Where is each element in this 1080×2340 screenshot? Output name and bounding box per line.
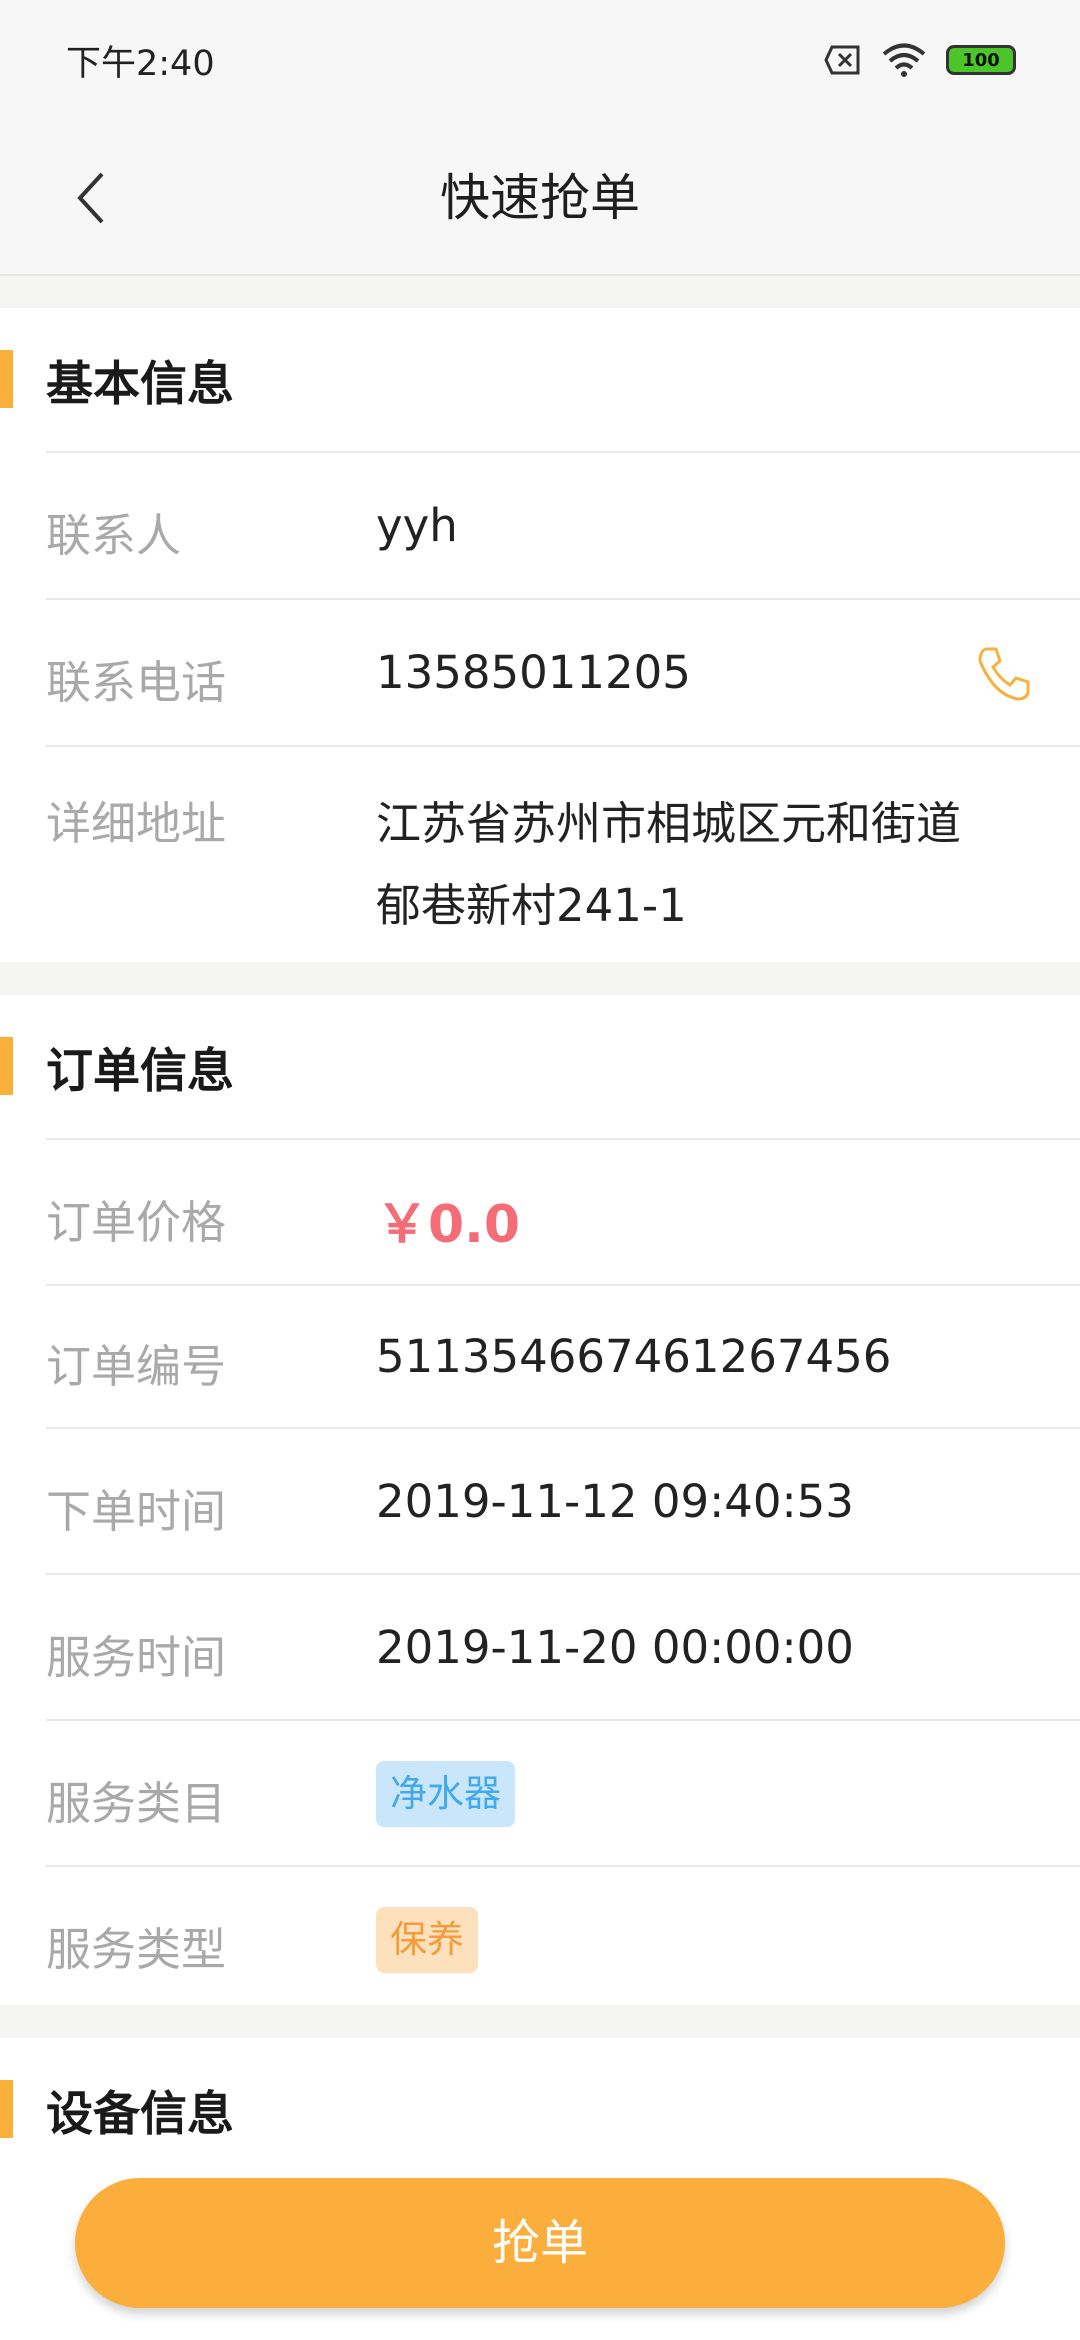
phone-row: 联系电话 13585011205 [46, 598, 1080, 745]
wifi-icon [882, 43, 926, 77]
status-time: 下午2:40 [66, 43, 215, 84]
contact-value: yyh [376, 499, 458, 552]
contact-label: 联系人 [46, 509, 182, 562]
service-category-tag: 净水器 [376, 1761, 515, 1827]
sim-off-icon [824, 45, 860, 75]
contact-row: 联系人 yyh [46, 451, 1080, 598]
section-accent-bar [0, 1037, 13, 1095]
page-title: 快速抢单 [440, 169, 640, 227]
price-row: 订单价格 ￥0.0 [46, 1138, 1080, 1284]
service-time-value: 2019-11-20 00:00:00 [376, 1621, 854, 1674]
order-time-value: 2019-11-12 09:40:53 [376, 1475, 854, 1528]
order-number-value: 511354667461267456 [376, 1330, 892, 1383]
section-accent-bar [0, 350, 13, 408]
section-title-order: 订单信息 [46, 1044, 234, 1099]
service-type-row: 服务类型 保养 [46, 1865, 1080, 2008]
section-header-order: 订单信息 [0, 995, 1080, 1138]
nav-bar: 快速抢单 [0, 120, 1080, 276]
phone-value: 13585011205 [376, 646, 691, 699]
service-time-row: 服务时间 2019-11-20 00:00:00 [46, 1573, 1080, 1719]
service-category-label: 服务类目 [46, 1777, 227, 1830]
price-value: ￥0.0 [376, 1195, 521, 1255]
service-type-label: 服务类型 [46, 1923, 227, 1976]
order-time-row: 下单时间 2019-11-12 09:40:53 [46, 1427, 1080, 1573]
device-info-section: 设备信息 [0, 2038, 1080, 2150]
chevron-left-icon [77, 172, 104, 224]
section-title-basic: 基本信息 [46, 357, 234, 412]
order-number-row: 订单编号 511354667461267456 [46, 1284, 1080, 1427]
phone-label: 联系电话 [46, 656, 227, 709]
address-label: 详细地址 [46, 797, 227, 850]
phone-icon[interactable] [974, 643, 1034, 703]
battery-level: 100 [962, 49, 1000, 71]
service-time-label: 服务时间 [46, 1631, 227, 1684]
section-accent-bar [0, 2080, 13, 2138]
address-line-1: 江苏省苏州市相城区元和街道 [376, 797, 962, 850]
status-icons: 100 [824, 43, 1016, 77]
battery-icon: 100 [946, 45, 1016, 75]
service-category-row: 服务类目 净水器 [46, 1719, 1080, 1865]
address-row: 详细地址 江苏省苏州市相城区元和街道 郁巷新村241-1 [46, 745, 1080, 961]
address-line-2: 郁巷新村241-1 [376, 879, 687, 932]
order-info-section: 订单信息 订单价格 ￥0.0 订单编号 511354667461267456 下… [0, 995, 1080, 2005]
service-type-tag: 保养 [376, 1907, 478, 1973]
grab-order-button[interactable]: 抢单 [75, 2178, 1005, 2308]
order-time-label: 下单时间 [46, 1485, 227, 1538]
section-title-device: 设备信息 [46, 2087, 234, 2142]
bottom-action-bar: 抢单 [0, 2150, 1080, 2340]
section-header-basic: 基本信息 [0, 308, 1080, 451]
basic-info-section: 基本信息 联系人 yyh 联系电话 13585011205 详细地址 江苏省苏州… [0, 308, 1080, 962]
status-bar: 下午2:40 100 [0, 0, 1080, 120]
price-label: 订单价格 [46, 1196, 227, 1249]
back-button[interactable] [52, 158, 132, 238]
order-number-label: 订单编号 [46, 1340, 227, 1393]
